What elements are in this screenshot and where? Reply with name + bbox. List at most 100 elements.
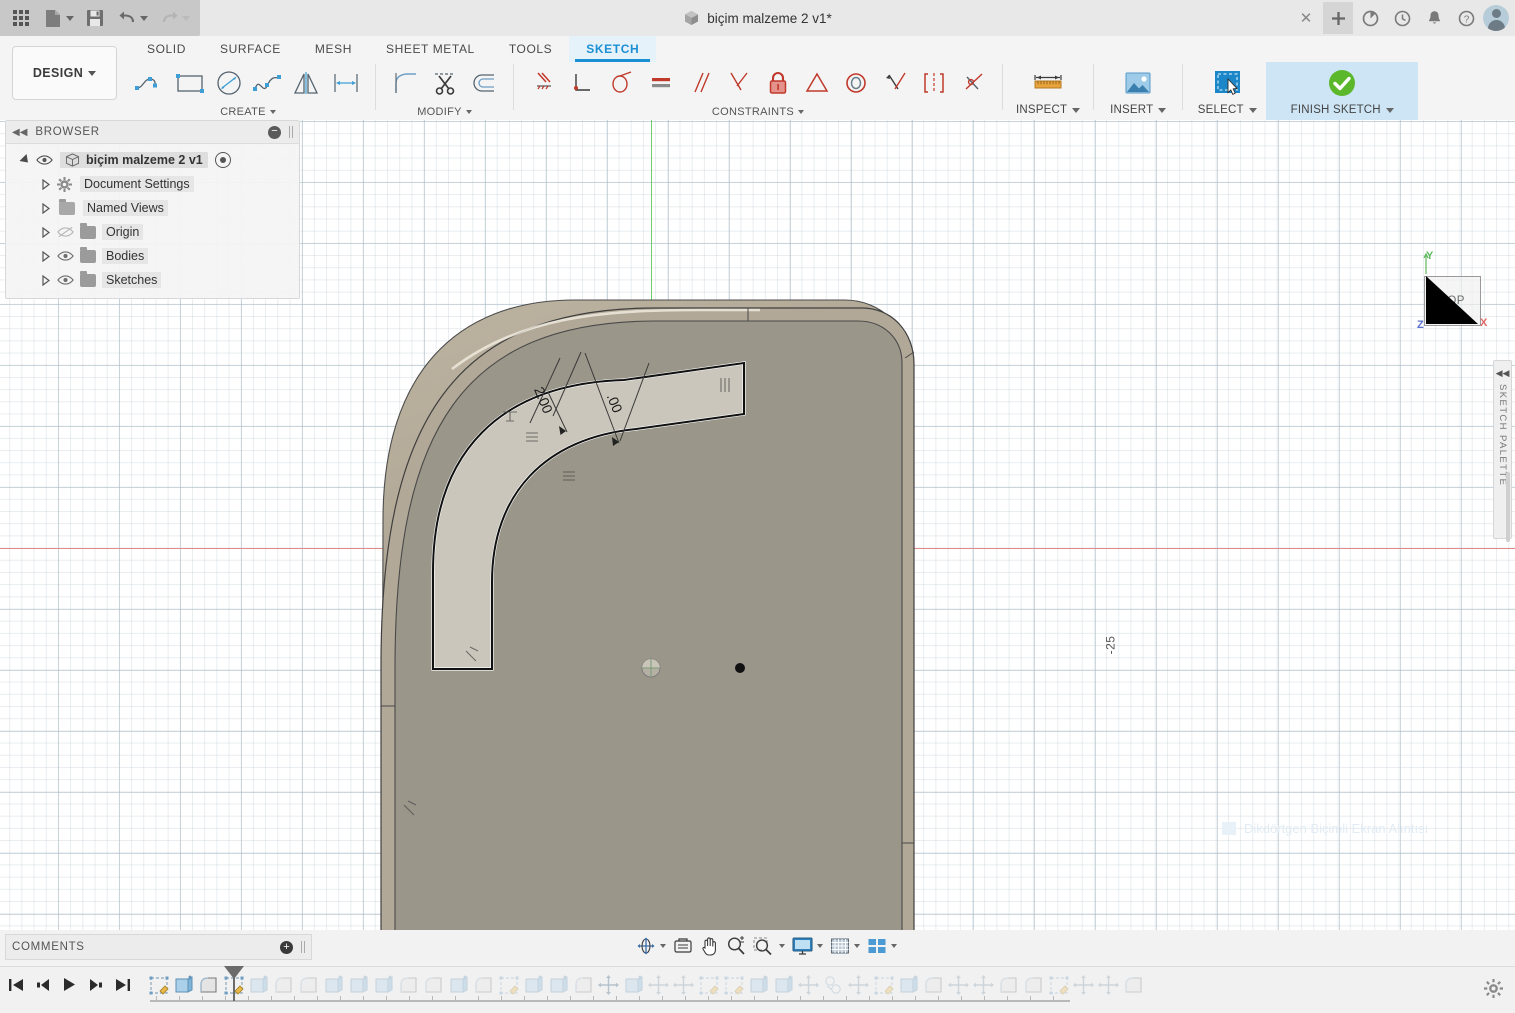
line-icon[interactable] (132, 63, 169, 103)
tab-mesh[interactable]: MESH (298, 36, 369, 62)
timeline-playhead[interactable] (224, 966, 244, 1001)
timeline-settings-gear-icon[interactable] (1484, 979, 1503, 1003)
timeline-extrude-icon[interactable] (171, 973, 196, 998)
visibility-eye-off-icon[interactable] (57, 226, 74, 238)
timeline-extrude-icon[interactable] (346, 973, 371, 998)
timeline-fillet-icon[interactable] (996, 973, 1021, 998)
visibility-eye-icon[interactable] (57, 250, 74, 262)
comments-panel[interactable]: COMMENTS + (5, 934, 312, 960)
timeline-extrude-icon[interactable] (521, 973, 546, 998)
zoom-button[interactable] (723, 935, 749, 957)
timeline-move-icon[interactable] (596, 973, 621, 998)
display-settings-button[interactable] (789, 935, 826, 957)
offset-icon[interactable] (465, 63, 502, 103)
panel-create-label[interactable]: CREATE (220, 104, 276, 119)
timeline-sketch-icon[interactable] (871, 973, 896, 998)
parallel-constraint-icon[interactable] (681, 63, 718, 103)
chevron-down-icon[interactable] (1248, 107, 1257, 113)
mirror-icon[interactable] (288, 63, 325, 103)
timeline-thread-icon[interactable] (821, 973, 846, 998)
look-at-button[interactable] (670, 935, 696, 957)
horizontal-vertical-constraint-icon[interactable] (525, 63, 562, 103)
timeline-move-icon[interactable] (671, 973, 696, 998)
timeline-extrude-icon[interactable] (746, 973, 771, 998)
timeline-fillet-icon[interactable] (921, 973, 946, 998)
panel-constraints-label[interactable]: CONSTRAINTS (712, 104, 805, 119)
sidebar-item-named-views[interactable]: Named Views (6, 196, 299, 220)
timeline-move-icon[interactable] (1096, 973, 1121, 998)
timeline-fillet-icon[interactable] (1021, 973, 1046, 998)
timeline-move-icon[interactable] (846, 973, 871, 998)
tab-surface[interactable]: SURFACE (203, 36, 298, 62)
timeline-fillet-icon[interactable] (396, 973, 421, 998)
spline-icon[interactable] (249, 63, 286, 103)
timeline-extrude-icon[interactable] (321, 973, 346, 998)
tangent-constraint-icon[interactable] (603, 63, 640, 103)
chevron-down-icon[interactable] (817, 944, 823, 948)
collapse-left-icon[interactable]: ◀◀ (12, 127, 27, 138)
grid-and-snaps-button[interactable] (827, 935, 863, 957)
timeline-sketch-icon[interactable] (496, 973, 521, 998)
view-cube-face-top[interactable]: TOP (1424, 276, 1481, 326)
collinear-constraint-icon[interactable] (876, 63, 913, 103)
expand-triangle-icon[interactable] (19, 153, 32, 167)
chevron-down-icon[interactable] (269, 109, 276, 114)
visibility-eye-icon[interactable] (57, 274, 74, 286)
timeline-move-icon[interactable] (296, 973, 321, 998)
finish-sketch-button[interactable]: FINISH SKETCH (1266, 62, 1419, 120)
workspace-switcher[interactable]: DESIGN (12, 46, 117, 100)
chevron-down-icon[interactable] (891, 944, 897, 948)
timeline-move-icon[interactable] (946, 973, 971, 998)
select-button[interactable]: SELECT (1188, 62, 1266, 120)
insert-button[interactable]: INSERT (1099, 62, 1177, 120)
active-component-radio[interactable] (214, 152, 231, 168)
chevron-down-icon[interactable] (1072, 107, 1081, 113)
timeline-move-icon[interactable] (646, 973, 671, 998)
help-icon[interactable]: ? (1451, 2, 1481, 34)
chevron-down-icon[interactable] (660, 944, 666, 948)
inspect-button[interactable]: INSPECT (1008, 62, 1088, 120)
circle-icon[interactable] (210, 63, 247, 103)
notifications-bell-icon[interactable] (1419, 2, 1449, 34)
viewports-button[interactable] (864, 935, 900, 957)
timeline-fillet-icon[interactable] (271, 973, 296, 998)
view-cube[interactable]: TOP Y X Z (1417, 250, 1487, 331)
chevron-down-icon[interactable] (854, 944, 860, 948)
jump-to-end-icon[interactable] (115, 978, 131, 995)
timeline-fillet-icon[interactable] (471, 973, 496, 998)
chevron-down-icon[interactable] (465, 109, 472, 114)
chevron-down-icon[interactable] (798, 109, 805, 114)
timeline-sketch-icon[interactable] (696, 973, 721, 998)
sketch-dimension-icon[interactable] (327, 63, 364, 103)
timeline-move-icon[interactable] (971, 973, 996, 998)
timeline-extrude-icon[interactable] (546, 973, 571, 998)
tab-sheet-metal[interactable]: SHEET METAL (369, 36, 492, 62)
concentric-constraint-icon[interactable] (837, 63, 874, 103)
tab-sketch[interactable]: SKETCH (569, 36, 657, 62)
timeline-fillet-icon[interactable] (571, 973, 596, 998)
rectangle-icon[interactable] (171, 63, 208, 103)
chevron-down-icon[interactable] (1158, 107, 1167, 113)
panel-resize-grip[interactable] (301, 941, 305, 953)
timeline-extrude-icon[interactable] (246, 973, 271, 998)
timeline-move-icon[interactable] (796, 973, 821, 998)
fix-unfix-lock-icon[interactable] (759, 63, 796, 103)
equal-constraint-icon[interactable] (642, 63, 679, 103)
expand-triangle-icon[interactable] (42, 274, 51, 286)
collapse-all-icon[interactable]: − (268, 125, 281, 139)
sidebar-item-origin[interactable]: Origin (6, 220, 299, 244)
orbit-button[interactable] (633, 935, 669, 957)
step-forward-icon[interactable] (88, 978, 104, 995)
timeline-extrude-icon[interactable] (771, 973, 796, 998)
timeline-extrude-icon[interactable] (371, 973, 396, 998)
canvas-scrollbar[interactable] (1506, 472, 1510, 542)
job-status-icon[interactable] (1355, 2, 1385, 34)
recent-clock-icon[interactable] (1387, 2, 1417, 34)
curvature-constraint-icon[interactable] (954, 63, 991, 103)
timeline-sketch-icon[interactable] (146, 973, 171, 998)
panel-resize-grip[interactable] (289, 126, 293, 138)
fillet-icon[interactable] (387, 63, 424, 103)
user-avatar[interactable] (1483, 5, 1509, 31)
midpoint-constraint-icon[interactable] (798, 63, 835, 103)
collapse-left-icon[interactable]: ◀◀ (1496, 368, 1510, 379)
